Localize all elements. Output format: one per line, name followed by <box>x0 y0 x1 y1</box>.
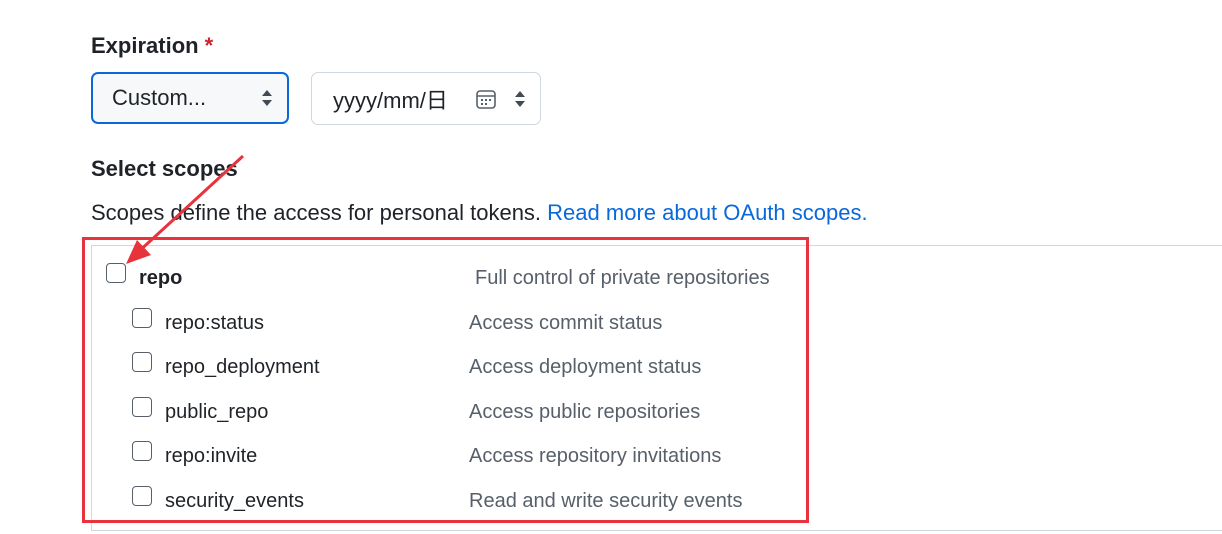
scope-row-public-repo: public_repo Access public repositories <box>92 396 1222 426</box>
scope-desc-repo-deployment: Access deployment status <box>469 356 702 378</box>
required-mark: * <box>204 33 214 58</box>
expiration-select[interactable]: Custom... <box>91 72 289 124</box>
oauth-scopes-link[interactable]: Read more about OAuth scopes. <box>547 200 867 225</box>
scope-row-repo-deployment: repo_deployment Access deployment status <box>92 352 1222 382</box>
scope-desc-public-repo: Access public repositories <box>469 401 701 423</box>
scope-row-repo: repo Full control of private repositorie… <box>92 262 1222 292</box>
scope-checkbox-security-events[interactable] <box>132 486 152 506</box>
scope-name-public-repo: public_repo <box>165 401 269 423</box>
expiration-selected-value: Custom... <box>112 85 207 110</box>
scopes-description-text: Scopes define the access for personal to… <box>91 200 542 225</box>
chevron-up-down-icon <box>262 90 272 106</box>
scope-name-security-events: security_events <box>165 490 304 512</box>
scope-desc-repo: Full control of private repositories <box>475 267 770 289</box>
scope-name-repo-invite: repo:invite <box>165 445 258 467</box>
expiration-date-input[interactable]: yyyy/mm/日 <box>311 72 541 125</box>
scope-desc-security-events: Read and write security events <box>469 490 743 512</box>
calendar-icon[interactable] <box>475 88 497 110</box>
scope-name-repo: repo <box>139 267 183 289</box>
scopes-description: Scopes define the access for personal to… <box>91 199 868 227</box>
scope-checkbox-repo-status[interactable] <box>132 308 152 328</box>
select-scopes-heading: Select scopes <box>91 156 238 181</box>
expiration-label-text: Expiration <box>91 33 199 58</box>
scope-name-repo-deployment: repo_deployment <box>165 356 320 378</box>
expiration-label: Expiration * <box>91 32 213 60</box>
scope-row-security-events: security_events Read and write security … <box>92 485 1222 515</box>
scope-table: repo Full control of private repositorie… <box>91 245 1222 531</box>
scope-row-repo-status: repo:status Access commit status <box>92 307 1222 337</box>
scope-row-repo-invite: repo:invite Access repository invitation… <box>92 441 1222 471</box>
date-placeholder: yyyy/mm/日 <box>333 87 448 113</box>
scope-checkbox-public-repo[interactable] <box>132 397 152 417</box>
date-spinner-icon[interactable] <box>514 89 526 109</box>
scope-checkbox-repo-deployment[interactable] <box>132 352 152 372</box>
scope-name-repo-status: repo:status <box>165 312 264 334</box>
scope-desc-repo-status: Access commit status <box>469 312 663 334</box>
scope-checkbox-repo[interactable] <box>106 263 126 283</box>
scope-desc-repo-invite: Access repository invitations <box>469 445 722 467</box>
scope-checkbox-repo-invite[interactable] <box>132 441 152 461</box>
